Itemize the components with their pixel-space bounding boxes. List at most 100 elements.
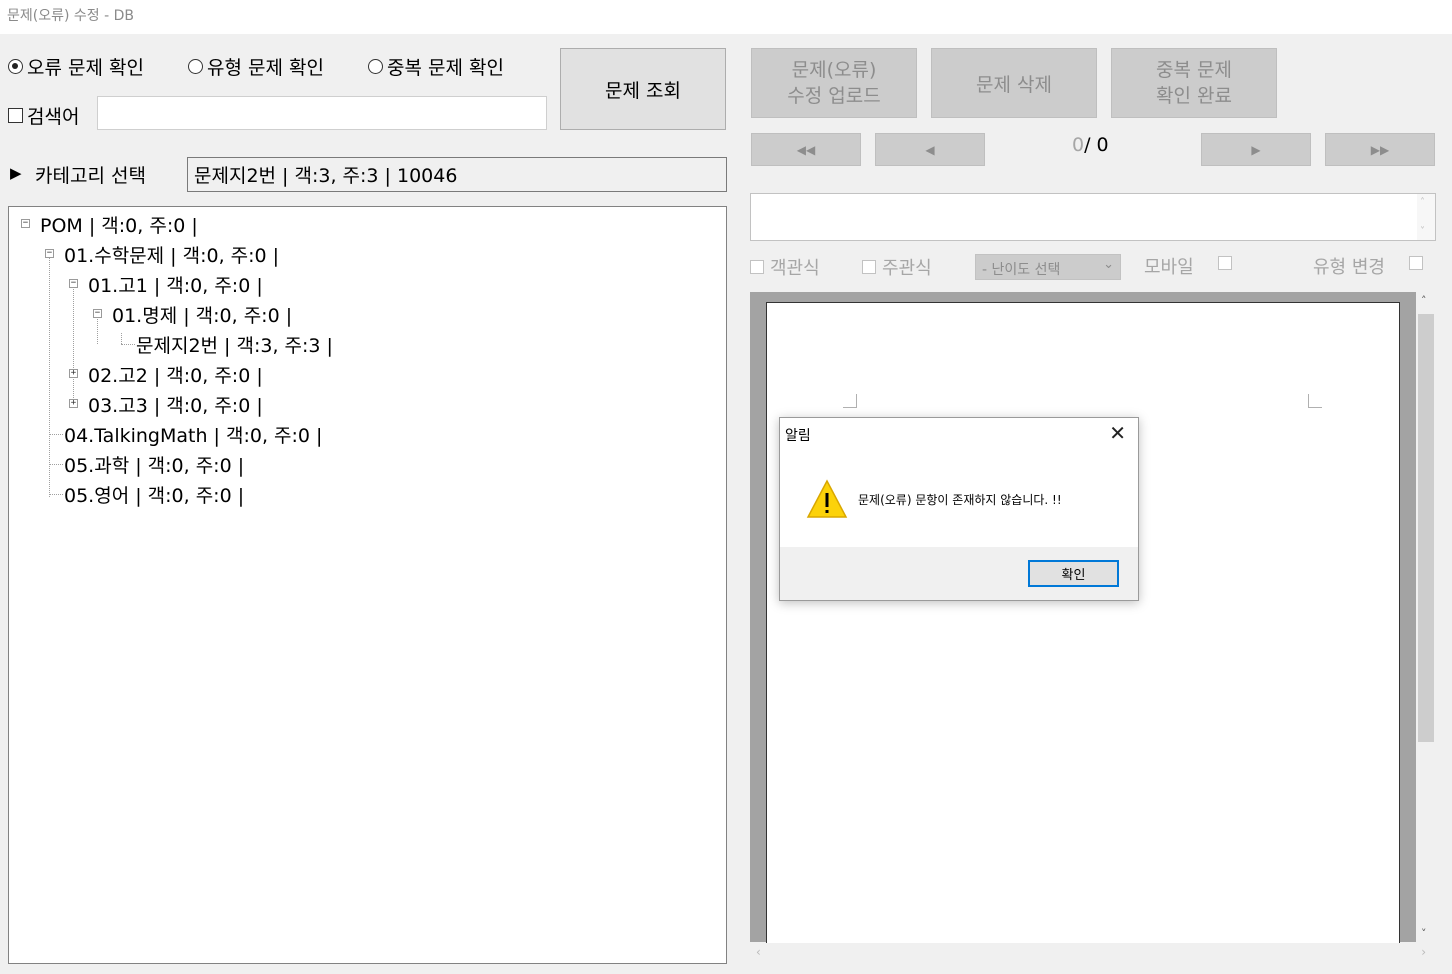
double-right-arrow-icon: ▶▶ — [1370, 142, 1390, 157]
tree-line — [97, 314, 98, 344]
mobile-checkbox[interactable] — [1218, 256, 1232, 270]
double-left-arrow-icon: ◀◀ — [796, 142, 816, 157]
category-tree[interactable]: − POM | 객:0, 주:0 | − 01.수학문제 | 객:0, 주:0 … — [8, 206, 727, 964]
radio-selected-icon — [8, 59, 23, 74]
close-icon[interactable]: ✕ — [1109, 421, 1126, 445]
tree-line — [49, 494, 63, 495]
tree-line — [121, 333, 122, 344]
radio-icon — [188, 59, 203, 74]
chevron-down-icon: ⌄ — [1103, 257, 1114, 272]
page-sep: / — [1084, 134, 1091, 156]
scroll-up-icon[interactable]: ˄ — [1421, 294, 1427, 307]
tree-node-grade3[interactable]: 03.고3 | 객:0, 주:0 | — [88, 391, 263, 418]
category-selected-field[interactable]: 문제지2번 | 객:3, 주:3 | 10046 — [187, 157, 727, 192]
dup-done-label-2: 확인 완료 — [1156, 85, 1232, 107]
checkbox-icon — [862, 260, 876, 274]
scroll-up-icon[interactable]: ˄ — [1420, 197, 1425, 208]
type-change-checkbox[interactable] — [1409, 256, 1423, 270]
checkbox-icon — [8, 108, 23, 123]
radio-dup-check-label: 중복 문제 확인 — [387, 57, 504, 79]
preview-page — [766, 302, 1400, 943]
dialog-message: 문제(오류) 문항이 존재하지 않습니다. !! — [858, 493, 1062, 507]
tree-node-talkingmath[interactable]: 04.TalkingMath | 객:0, 주:0 | — [64, 421, 322, 448]
radio-error-check[interactable]: 오류 문제 확인 — [8, 53, 144, 80]
preview-vertical-scrollbar[interactable]: ˄ ˅ — [1416, 292, 1436, 942]
page-total: 0 — [1096, 134, 1109, 156]
first-page-button[interactable]: ◀◀ — [751, 133, 861, 166]
dialog-footer: 확인 — [780, 547, 1138, 600]
expand-icon[interactable]: + — [69, 399, 78, 408]
radio-type-check[interactable]: 유형 문제 확인 — [188, 53, 324, 80]
upload-fix-label-1: 문제(오류) — [791, 59, 877, 81]
title-bar: 문제(오류) 수정 - DB — [0, 0, 1452, 34]
info-textarea[interactable]: ˄ ˅ — [750, 193, 1436, 241]
mobile-label: 모바일 — [1144, 257, 1194, 278]
tree-node-math[interactable]: 01.수학문제 | 객:0, 주:0 | — [64, 241, 279, 268]
category-label: 카테고리 선택 — [35, 165, 146, 187]
margin-mark — [1308, 394, 1322, 408]
checkbox-icon — [750, 260, 764, 274]
tree-node-grade2[interactable]: 02.고2 | 객:0, 주:0 | — [88, 361, 263, 388]
warning-icon — [806, 479, 848, 518]
prev-page-button[interactable]: ◀ — [875, 133, 985, 166]
dialog-title: 알림 — [785, 428, 811, 444]
search-label: 검색어 — [27, 106, 80, 128]
search-checkbox[interactable]: 검색어 — [8, 102, 79, 129]
tree-line — [49, 464, 63, 465]
delete-button[interactable]: 문제 삭제 — [931, 48, 1097, 118]
ok-button[interactable]: 확인 — [1028, 560, 1119, 587]
radio-error-check-label: 오류 문제 확인 — [27, 57, 144, 79]
scroll-left-icon[interactable]: ‹ — [756, 945, 761, 959]
collapse-icon[interactable]: − — [45, 249, 54, 258]
scroll-down-icon[interactable]: ˅ — [1421, 927, 1427, 940]
margin-mark — [843, 394, 857, 408]
scroll-thumb[interactable] — [1418, 314, 1434, 742]
query-button[interactable]: 문제 조회 — [560, 48, 726, 130]
query-button-label: 문제 조회 — [605, 79, 681, 102]
page-counter: 0/ 0 — [1072, 134, 1109, 156]
preview-horizontal-scrollbar[interactable]: ‹ › — [750, 944, 1436, 964]
tree-line — [73, 284, 74, 404]
search-input[interactable] — [97, 96, 547, 130]
triangle-right-icon: ▶ — [10, 164, 22, 182]
tree-line — [121, 344, 135, 345]
ok-button-label: 확인 — [1061, 568, 1086, 583]
tree-node-pom[interactable]: POM | 객:0, 주:0 | — [40, 211, 198, 238]
collapse-icon[interactable]: − — [21, 219, 30, 228]
tree-node-grade1[interactable]: 01.고1 | 객:0, 주:0 | — [88, 271, 263, 298]
dup-done-button[interactable]: 중복 문제 확인 완료 — [1111, 48, 1277, 118]
objective-label: 객관식 — [770, 258, 820, 279]
alert-dialog: 알림 ✕ 문제(오류) 문항이 존재하지 않습니다. !! 확인 — [779, 417, 1139, 601]
upload-fix-button[interactable]: 문제(오류) 수정 업로드 — [751, 48, 917, 118]
expand-icon[interactable]: + — [69, 369, 78, 378]
page-current: 0 — [1072, 134, 1085, 156]
tree-line — [49, 254, 50, 497]
tree-node-worksheet2[interactable]: 문제지2번 | 객:3, 주:3 | — [136, 331, 333, 358]
scroll-down-icon[interactable]: ˅ — [1420, 226, 1425, 237]
next-page-button[interactable]: ▶ — [1201, 133, 1311, 166]
objective-checkbox[interactable]: 객관식 — [750, 254, 820, 280]
window-title: 문제(오류) 수정 - DB — [7, 8, 134, 24]
difficulty-select[interactable]: - 난이도 선택 ⌄ — [975, 254, 1121, 280]
radio-icon — [368, 59, 383, 74]
tree-line — [49, 434, 63, 435]
scroll-right-icon[interactable]: › — [1421, 945, 1426, 959]
subjective-label: 주관식 — [882, 258, 932, 279]
radio-dup-check[interactable]: 중복 문제 확인 — [368, 53, 504, 80]
last-page-button[interactable]: ▶▶ — [1325, 133, 1435, 166]
radio-type-check-label: 유형 문제 확인 — [207, 57, 324, 79]
tree-node-proposition[interactable]: 01.명제 | 객:0, 주:0 | — [112, 301, 292, 328]
type-change-label: 유형 변경 — [1313, 257, 1385, 278]
collapse-icon[interactable]: − — [93, 309, 102, 318]
dup-done-label-1: 중복 문제 — [1156, 59, 1232, 81]
subjective-checkbox[interactable]: 주관식 — [862, 254, 932, 280]
difficulty-select-value: - 난이도 선택 — [982, 262, 1061, 278]
textarea-scrollbar[interactable]: ˄ ˅ — [1417, 194, 1435, 240]
left-arrow-icon: ◀ — [925, 142, 935, 157]
tree-node-english[interactable]: 05.영어 | 객:0, 주:0 | — [64, 481, 244, 508]
right-arrow-icon: ▶ — [1251, 142, 1261, 157]
upload-fix-label-2: 수정 업로드 — [787, 85, 881, 107]
tree-node-science[interactable]: 05.과학 | 객:0, 주:0 | — [64, 451, 244, 478]
delete-button-label: 문제 삭제 — [976, 73, 1052, 96]
collapse-icon[interactable]: − — [69, 279, 78, 288]
